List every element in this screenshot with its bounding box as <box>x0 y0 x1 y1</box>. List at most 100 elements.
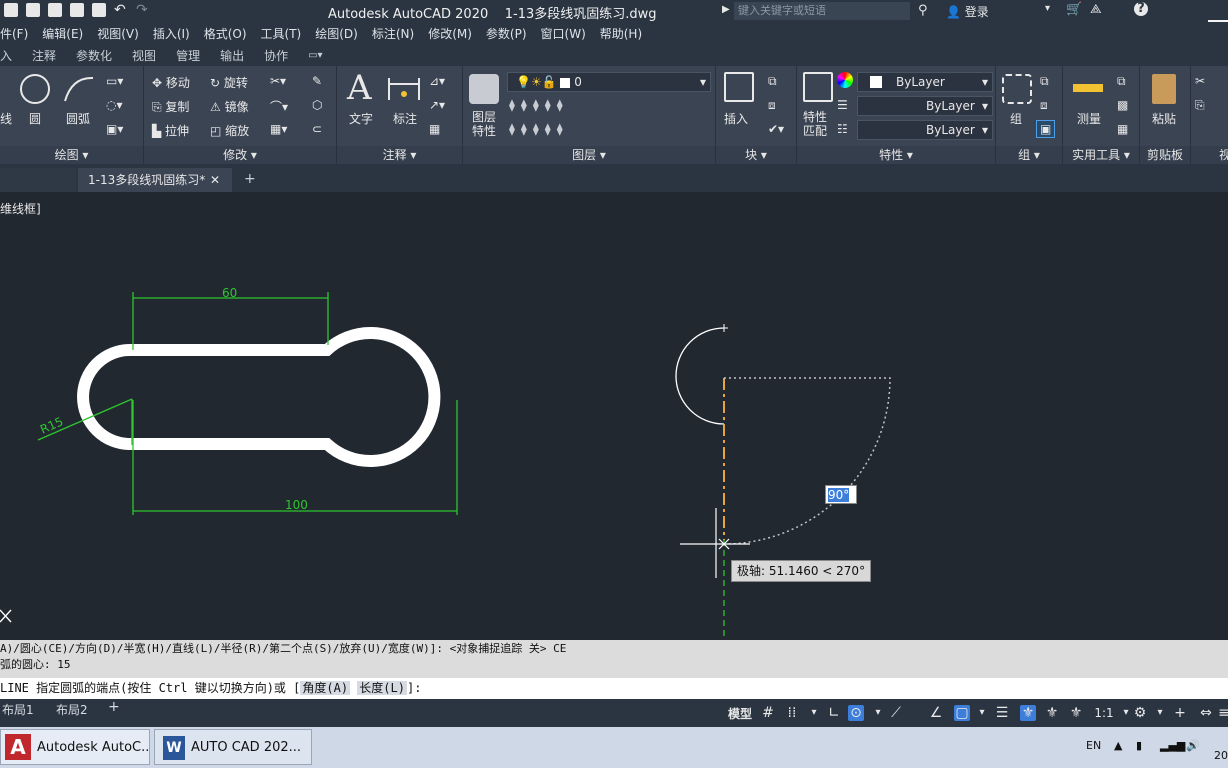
match-properties-icon[interactable] <box>803 72 833 102</box>
array-icon[interactable]: ▦▾ <box>270 122 287 136</box>
circle-button[interactable]: 圆 <box>29 110 41 127</box>
tab-layout1[interactable]: 布局1 <box>2 701 34 718</box>
redo-icon[interactable]: ↷ <box>136 3 150 17</box>
help-icon[interactable]: ? <box>1134 2 1148 16</box>
workspace-gear-icon[interactable]: ⚙ <box>1132 705 1148 721</box>
move-button[interactable]: ✥ 移动 <box>152 74 190 91</box>
create-block-icon[interactable]: ⧉ <box>768 74 777 89</box>
layer-tools-row1[interactable]: ⧫⧫⧫⧫⧫ <box>509 98 569 112</box>
panel-groups-label[interactable]: 组 ▾ <box>996 146 1062 164</box>
stretch-button[interactable]: ▙ 拉伸 <box>152 122 189 139</box>
tab-layout2[interactable]: 布局2 <box>56 701 88 718</box>
tab-collaborate[interactable]: 协作 <box>264 47 288 64</box>
panel-utilities-label[interactable]: 实用工具 ▾ <box>1063 146 1139 164</box>
mirror-button[interactable]: ⚠ 镜像 <box>210 98 249 115</box>
line-button[interactable]: 线 <box>0 110 12 127</box>
menu-help[interactable]: 帮助(H) <box>600 25 642 42</box>
edit-block-icon[interactable]: ⧈ <box>768 98 776 113</box>
customize-icon[interactable]: ≡ <box>1216 705 1228 721</box>
group-edit-icon[interactable]: ⧈ <box>1040 98 1048 113</box>
add-layout-icon[interactable]: + <box>108 699 120 715</box>
trim-icon[interactable]: ✂▾ <box>270 74 286 88</box>
erase-icon[interactable]: ✎ <box>312 74 322 88</box>
menu-draw[interactable]: 绘图(D) <box>315 25 358 42</box>
ungroup-icon[interactable]: ⧉ <box>1040 74 1049 89</box>
offset-icon[interactable]: ⊂ <box>312 122 322 136</box>
panel-clipboard-label[interactable]: 剪贴板 <box>1140 146 1190 164</box>
viewport-label[interactable]: 维线框] <box>0 200 41 217</box>
object-snap-tracking-icon[interactable]: ∠ <box>928 705 944 721</box>
tab-output[interactable]: 输出 <box>220 47 244 64</box>
login-dropdown-icon[interactable]: ▾ <box>1045 3 1050 14</box>
menu-file[interactable]: 件(F) <box>0 25 28 42</box>
undo-icon[interactable]: ↶ <box>114 3 128 17</box>
a360-icon[interactable]: ⟁ <box>1090 2 1102 17</box>
tab-annotate[interactable]: 注释 <box>32 47 56 64</box>
menu-parametric[interactable]: 参数(P) <box>486 25 527 42</box>
panel-view-label[interactable]: 视 <box>1191 146 1228 164</box>
language-indicator[interactable]: EN <box>1086 739 1101 752</box>
quick-select-icon[interactable]: ⧉ <box>1117 74 1126 89</box>
panel-block-label[interactable]: 块 ▾ <box>716 146 796 164</box>
lineweight-display-icon[interactable]: ☰ <box>994 705 1010 721</box>
network-icon[interactable]: ▂▄▆ <box>1160 739 1185 752</box>
object-snap-icon[interactable]: ▢ <box>954 705 970 721</box>
panel-modify-label[interactable]: 修改 ▾ <box>144 146 336 164</box>
menu-tools[interactable]: 工具(T) <box>261 25 302 42</box>
isodraft-icon[interactable]: ⟋ <box>888 705 904 721</box>
group-button[interactable]: 组 <box>1010 110 1022 127</box>
group-icon[interactable] <box>1002 74 1032 104</box>
linetype-dropdown[interactable]: ByLayer ▾ <box>857 96 993 116</box>
tab-parametric[interactable]: 参数化 <box>76 47 112 64</box>
layer-properties-button[interactable]: 图层 特性 <box>472 110 496 138</box>
color-wheel-icon[interactable] <box>837 72 853 88</box>
polar-tracking-icon[interactable]: ⊙ <box>848 705 864 721</box>
open-icon[interactable] <box>4 3 18 17</box>
new-tab-icon[interactable]: + <box>244 171 256 187</box>
rotate-button[interactable]: ↻ 旋转 <box>210 74 248 91</box>
ortho-icon[interactable]: ∟ <box>826 705 842 721</box>
close-icon[interactable]: ✕ <box>210 168 220 192</box>
snap-dropdown-icon[interactable]: ▾ <box>806 705 822 721</box>
menu-window[interactable]: 窗口(W) <box>541 25 586 42</box>
boundary-icon[interactable]: ▣▾ <box>106 122 123 136</box>
save-icon[interactable] <box>26 3 40 17</box>
auto-scale-icon[interactable]: ⚜ <box>1044 705 1060 721</box>
measure-button[interactable]: 测量 <box>1077 110 1101 127</box>
paste-icon[interactable] <box>1152 74 1176 104</box>
binoculars-icon[interactable]: ⚲ <box>918 3 928 18</box>
angular-dim-icon[interactable]: ⊿▾ <box>429 74 445 88</box>
text-icon[interactable]: A <box>347 68 372 108</box>
scale-button[interactable]: 1:1 <box>1092 705 1116 721</box>
model-space-button[interactable]: 模型 <box>728 705 752 722</box>
panel-draw-label[interactable]: 绘图 ▾ <box>0 146 143 164</box>
osnap-dropdown-icon[interactable]: ▾ <box>974 705 990 721</box>
panel-annotation-label[interactable]: 注释 ▾ <box>337 146 462 164</box>
snap-icon[interactable]: ⁞⁞ <box>784 705 800 721</box>
arc-icon[interactable] <box>62 74 96 104</box>
search-expand-icon[interactable]: ▶ <box>722 4 730 15</box>
panel-layers-label[interactable]: 图层 ▾ <box>463 146 715 164</box>
volume-icon[interactable]: 🔊 <box>1186 739 1200 752</box>
attribute-icon[interactable]: ✔▾ <box>768 122 784 136</box>
color-dropdown[interactable]: ByLayer ▾ <box>857 72 993 92</box>
ribbon-toggle-icon[interactable]: ▭▾ <box>308 50 322 61</box>
table-icon[interactable]: ▦ <box>429 122 440 136</box>
tab-current-drawing[interactable]: 1-13多段线巩固练习* ✕ <box>78 168 232 192</box>
grid-icon[interactable]: # <box>760 705 776 721</box>
arc-button[interactable]: 圆弧 <box>66 110 90 127</box>
layer-properties-icon[interactable] <box>469 74 499 104</box>
panel-properties-label[interactable]: 特性 ▾ <box>797 146 995 164</box>
tab-insert[interactable]: 入 <box>0 47 12 64</box>
option-angle[interactable]: 角度(A) <box>300 681 351 695</box>
tab-view[interactable]: 视图 <box>132 47 156 64</box>
measure-icon[interactable] <box>1073 84 1103 92</box>
menu-view[interactable]: 视图(V) <box>97 25 139 42</box>
angle-input[interactable]: 90° <box>825 485 857 504</box>
taskbar-autocad[interactable]: A Autodesk AutoC... <box>0 729 150 765</box>
insert-button[interactable]: 插入 <box>724 110 748 127</box>
isolate-icon[interactable]: ⇔ <box>1198 705 1214 721</box>
print-icon[interactable] <box>92 3 106 17</box>
workspace-dropdown-icon[interactable]: ▾ <box>1152 705 1168 721</box>
search-input[interactable]: 键入关键字或短语 <box>734 2 910 20</box>
